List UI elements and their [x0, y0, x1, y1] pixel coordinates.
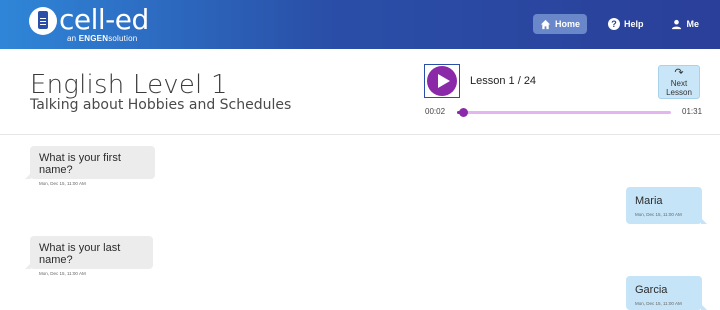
- audio-progress-handle[interactable]: [459, 108, 469, 117]
- cell-ed-logo[interactable]: cell-ed an ENGENsolution: [29, 3, 149, 43]
- nav-me-label: Me: [686, 19, 699, 29]
- home-icon: [540, 19, 551, 29]
- user-icon: [672, 19, 682, 29]
- next-lesson-label-line2: Lesson: [666, 88, 692, 97]
- chat-bubble-answer: Maria Mon, Dec 15, 11:00 AM: [626, 187, 707, 224]
- nav-help-button[interactable]: ? Help: [601, 14, 651, 34]
- header-nav: Home ? Help Me: [532, 14, 706, 34]
- play-icon: [427, 66, 457, 96]
- audio-progress-track[interactable]: [457, 108, 671, 117]
- chat-message-text: Maria: [635, 195, 663, 207]
- chat-bubble-question: What is your last name? Mon, Dec 15, 11:…: [25, 236, 153, 276]
- chat-bubble-answer: Garcia Mon, Dec 15, 11:00 AM: [626, 276, 707, 310]
- top-navigation-bar: cell-ed an ENGENsolution Home ? Help Me: [0, 0, 720, 49]
- chat-timestamp: Mon, Dec 15, 11:00 AM: [635, 212, 682, 217]
- nav-me-button[interactable]: Me: [664, 14, 706, 34]
- total-time: 01:31: [682, 107, 703, 116]
- chat-message-text: What is your last name?: [39, 242, 121, 266]
- logo-tagline: an ENGENsolution: [67, 34, 138, 43]
- nav-home-button[interactable]: Home: [532, 14, 587, 34]
- logo-name: cell-ed: [59, 3, 149, 36]
- phone-logo-icon: [29, 7, 57, 35]
- chat-message-text: Garcia: [635, 284, 668, 296]
- help-icon: ?: [607, 18, 620, 30]
- lesson-subtitle: Talking about Hobbies and Schedules: [30, 97, 292, 113]
- current-time: 00:02: [425, 107, 446, 116]
- next-lesson-button[interactable]: ↷ Next Lesson: [658, 65, 700, 99]
- play-button[interactable]: [424, 64, 460, 98]
- chat-timestamp: Mon, Dec 15, 11:00 AM: [635, 301, 682, 306]
- next-lesson-label-line1: Next: [670, 79, 688, 88]
- nav-home-label: Home: [554, 19, 580, 29]
- section-divider: [0, 134, 720, 135]
- lesson-title: English Level 1: [30, 70, 228, 100]
- chat-timestamp: Mon, Dec 15, 11:00 AM: [39, 181, 86, 186]
- lesson-counter: Lesson 1 / 24: [470, 75, 537, 87]
- chat-message-text: What is your first name?: [39, 152, 121, 176]
- chat-bubble-question: What is your first name? Mon, Dec 15, 11…: [25, 146, 155, 186]
- redo-arrow-icon: ↷: [674, 67, 684, 79]
- nav-help-label: Help: [623, 19, 644, 29]
- chat-timestamp: Mon, Dec 15, 11:00 AM: [39, 271, 86, 276]
